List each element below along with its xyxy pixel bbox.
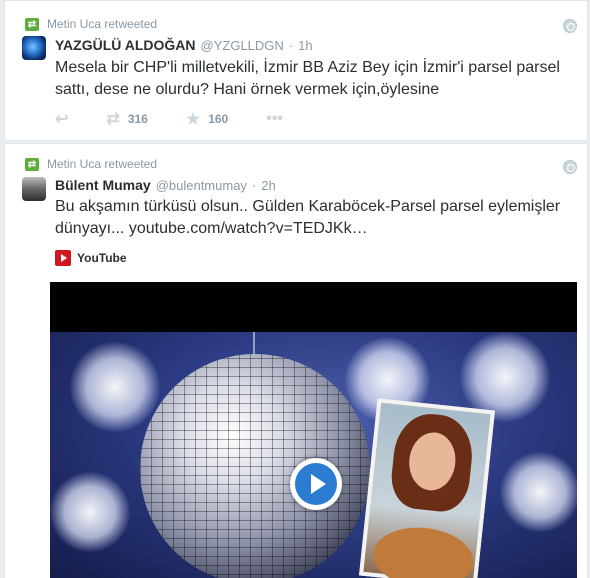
avatar[interactable] bbox=[22, 177, 46, 201]
retweet-icon: ⇄ bbox=[25, 17, 39, 31]
play-button[interactable] bbox=[290, 458, 342, 510]
reply-icon: ↩ bbox=[55, 111, 69, 128]
retweeted-by-label: Metin Uca retweeted bbox=[47, 157, 158, 171]
play-icon bbox=[295, 463, 337, 505]
singer-photo bbox=[359, 398, 495, 578]
author-name[interactable]: Bülent Mumay bbox=[55, 177, 151, 193]
retweet-context: ⇄ Metin Uca retweeted bbox=[25, 157, 157, 171]
timestamp[interactable]: 2h bbox=[261, 178, 275, 193]
retweet-context: ⇄ Metin Uca retweeted bbox=[25, 17, 157, 31]
youtube-icon bbox=[55, 250, 71, 266]
light-bokeh bbox=[50, 472, 130, 552]
tweet-header: YAZGÜLÜ ALDOĞAN @YZGLLDGN · 1h bbox=[55, 37, 313, 53]
like-button[interactable]: ★ 160 bbox=[186, 109, 228, 129]
retweeted-by-label: Metin Uca retweeted bbox=[47, 17, 158, 31]
retweet-count: 316 bbox=[127, 112, 148, 126]
tweet[interactable]: ⇄ Metin Uca retweeted Bülent Mumay @bule… bbox=[4, 143, 588, 578]
more-icon: ••• bbox=[266, 110, 284, 127]
retweet-icon: ⇄ bbox=[25, 157, 39, 171]
separator: · bbox=[288, 38, 294, 53]
reply-button[interactable]: ↩ bbox=[55, 109, 68, 129]
light-bokeh bbox=[70, 342, 160, 432]
retweet-button[interactable]: ⇄ 316 bbox=[106, 109, 147, 129]
author-name[interactable]: YAZGÜLÜ ALDOĞAN bbox=[55, 37, 196, 53]
star-icon: ★ bbox=[185, 111, 201, 128]
more-button[interactable]: ••• bbox=[266, 110, 283, 128]
avatar[interactable] bbox=[22, 36, 46, 60]
author-handle[interactable]: @bulentmumay bbox=[156, 178, 247, 193]
author-handle[interactable]: @YZGLLDGN bbox=[201, 38, 284, 53]
video-thumbnail bbox=[50, 332, 577, 578]
tweet-text: Mesela bir CHP'li milletvekili, İzmir BB… bbox=[55, 59, 560, 98]
card-source[interactable]: YouTube bbox=[55, 250, 127, 266]
light-bokeh bbox=[500, 452, 577, 532]
video-player[interactable] bbox=[50, 282, 577, 578]
separator: · bbox=[251, 178, 257, 193]
tweet-header: Bülent Mumay @bulentmumay · 2h bbox=[55, 177, 276, 193]
retweet-icon: ⇄ bbox=[106, 111, 120, 128]
like-count: 160 bbox=[208, 112, 229, 126]
timestamp[interactable]: 1h bbox=[298, 38, 312, 53]
tweet[interactable]: ⇄ Metin Uca retweeted YAZGÜLÜ ALDOĞAN @Y… bbox=[4, 0, 588, 141]
globe-icon[interactable] bbox=[563, 19, 577, 33]
tweet-text: Bu akşamın türküsü olsun.. Gülden Karabö… bbox=[55, 196, 575, 240]
tweet-actions: ↩ ⇄ 316 ★ 160 ••• bbox=[55, 109, 321, 129]
tweet-link[interactable]: youtube.com/watch?v=TEDJKk… bbox=[129, 220, 368, 237]
globe-icon[interactable] bbox=[563, 160, 577, 174]
card-source-label: YouTube bbox=[77, 251, 127, 265]
